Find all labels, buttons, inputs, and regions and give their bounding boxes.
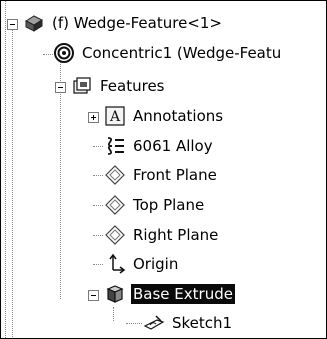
- origin-icon: [104, 253, 126, 275]
- plane-icon: [104, 224, 126, 246]
- tree-node-label: Top Plane: [133, 196, 205, 214]
- tree-guide-line: [126, 323, 142, 324]
- tree-node-origin[interactable]: Origin: [104, 251, 180, 277]
- collapse-toggle[interactable]: [55, 82, 66, 93]
- tree-node-label: Annotations: [133, 107, 224, 125]
- tree-node-label: Base Extrude: [131, 284, 235, 304]
- tree-node-right-plane[interactable]: Right Plane: [104, 222, 220, 248]
- tree-node-label: 6061 Alloy: [133, 137, 213, 155]
- tree-node-label: (f) Wedge-Feature<1>: [52, 14, 222, 32]
- tree-node-features[interactable]: Features: [71, 73, 167, 99]
- tree-guide-line: [93, 146, 103, 147]
- tree-guide-line: [5, 1, 6, 338]
- part-icon: [23, 12, 45, 34]
- tree-node-label: Front Plane: [133, 166, 217, 184]
- tree-guide-line: [43, 54, 53, 55]
- tree-node-material[interactable]: 6061 Alloy: [104, 133, 215, 159]
- collapse-toggle[interactable]: [7, 19, 18, 30]
- tree-guide-line: [93, 205, 103, 206]
- tree-node-root[interactable]: (f) Wedge-Feature<1>: [23, 10, 224, 36]
- tree-node-sketch[interactable]: Sketch1: [143, 310, 234, 336]
- sketch-icon: [143, 312, 165, 334]
- tree-node-base-extrude[interactable]: Base Extrude: [104, 281, 235, 307]
- tree-guide-line: [113, 307, 114, 321]
- tree-guide-line: [93, 235, 103, 236]
- tree-node-top-plane[interactable]: Top Plane: [104, 192, 206, 218]
- tree-node-label: Origin: [133, 255, 179, 273]
- tree-guide-line: [93, 264, 103, 265]
- tree-guide-line: [12, 27, 13, 338]
- expand-toggle[interactable]: [88, 112, 99, 123]
- tree-node-annotations[interactable]: A Annotations: [104, 103, 225, 129]
- extrude-icon: [104, 283, 126, 305]
- tree-node-label: Concentric1 (Wedge-Featu: [82, 44, 282, 62]
- annotations-icon: A: [104, 105, 126, 127]
- plane-icon: [104, 194, 126, 216]
- tree-guide-line: [93, 175, 103, 176]
- tree-guide-line: [60, 61, 61, 299]
- feature-tree-panel: (f) Wedge-Feature<1> Concentric1 (Wedge-…: [0, 0, 327, 339]
- tree-node-front-plane[interactable]: Front Plane: [104, 162, 219, 188]
- tree-node-label: Sketch1: [172, 314, 233, 332]
- svg-text:A: A: [109, 109, 121, 125]
- plane-icon: [104, 164, 126, 186]
- tree-node-label: Right Plane: [133, 226, 219, 244]
- concentric-mate-icon: [53, 42, 75, 64]
- material-icon: [104, 135, 126, 157]
- tree-node-concentric-mate[interactable]: Concentric1 (Wedge-Featu: [53, 40, 283, 66]
- features-folder-icon: [71, 75, 93, 97]
- tree-node-label: Features: [100, 77, 165, 95]
- collapse-toggle[interactable]: [88, 290, 99, 301]
